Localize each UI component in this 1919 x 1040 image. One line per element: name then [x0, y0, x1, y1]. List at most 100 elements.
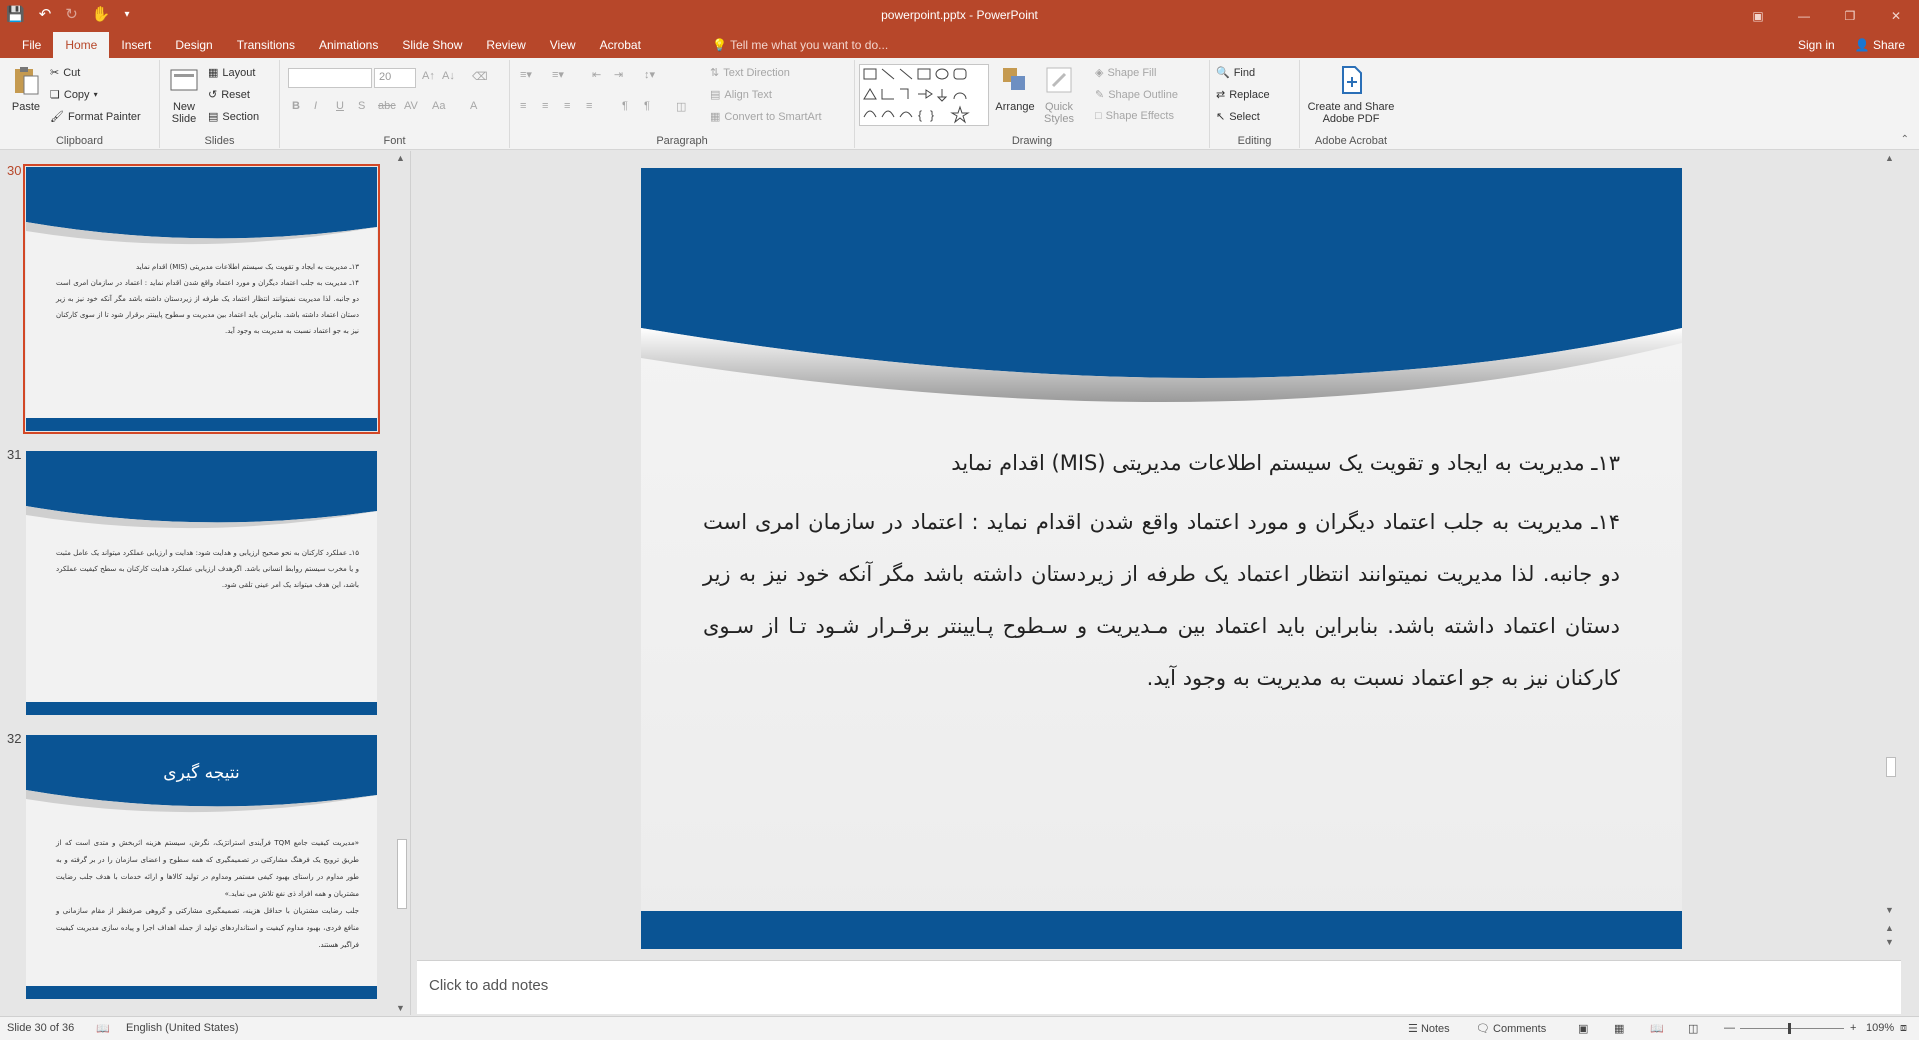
- justify-icon[interactable]: ≡: [586, 100, 592, 112]
- effects-icon: □: [1095, 110, 1102, 122]
- tab-design[interactable]: Design: [163, 32, 224, 58]
- tab-slide-show[interactable]: Slide Show: [390, 32, 474, 58]
- ribbon-display-icon[interactable]: ▣: [1735, 0, 1781, 32]
- create-share-pdf-button[interactable]: Create and Share Adobe PDF: [1304, 64, 1398, 125]
- scroll-down-icon[interactable]: ▼: [396, 1003, 405, 1013]
- scissors-icon: ✂: [50, 67, 60, 79]
- cut-button[interactable]: ✂ Cut: [50, 66, 80, 80]
- italic-button[interactable]: I: [314, 100, 317, 112]
- font-color-button[interactable]: A: [470, 100, 477, 112]
- thumbnail-slide-30[interactable]: ۱۳ـ مدیریت به ایجاد و تقویت یک سیستم اطل…: [23, 164, 380, 434]
- tell-me-box[interactable]: 💡 Tell me what you want to do...: [712, 32, 888, 58]
- notes-button[interactable]: ☰ Notes: [1408, 1022, 1450, 1035]
- minimize-icon[interactable]: —: [1781, 0, 1827, 32]
- slide-scrollbar[interactable]: ▲ ▼ ▲ ▼: [1883, 151, 1899, 959]
- scroll-up-icon[interactable]: ▲: [1885, 153, 1894, 163]
- font-size-box[interactable]: 20: [374, 68, 416, 88]
- slide-sorter-icon[interactable]: ▦: [1614, 1022, 1624, 1035]
- format-painter-button[interactable]: 🖌 Format Painter: [50, 110, 141, 124]
- shrink-font-icon[interactable]: A↓: [442, 70, 455, 82]
- current-slide[interactable]: ۱۳ـ مدیریت به ایجاد و تقویت یک سیستم اطل…: [641, 168, 1682, 949]
- bold-button[interactable]: B: [292, 100, 300, 112]
- slide-show-icon[interactable]: ◫: [1688, 1022, 1698, 1035]
- paste-button[interactable]: Paste: [6, 64, 46, 113]
- zoom-slider-handle[interactable]: [1788, 1023, 1791, 1034]
- sign-in-link[interactable]: Sign in: [1798, 32, 1835, 58]
- shape-effects-button[interactable]: □ Shape Effects: [1095, 110, 1174, 122]
- scrollbar-thumb[interactable]: [1886, 757, 1896, 777]
- slides-group: New Slide ▦ Layout ↺ Reset ▤ Section Slides: [160, 60, 280, 148]
- tab-acrobat[interactable]: Acrobat: [588, 32, 653, 58]
- thumbnail-slide-31[interactable]: ۱۵ـ عملکرد کارکنان به نحو صحیح ارزیابی و…: [26, 451, 377, 715]
- collapse-ribbon-icon[interactable]: ⌃: [1901, 134, 1909, 145]
- tab-review[interactable]: Review: [474, 32, 537, 58]
- format-painter-icon: 🖌: [50, 111, 64, 123]
- convert-smartart-button[interactable]: ▦ Convert to SmartArt: [710, 110, 822, 124]
- change-case-button[interactable]: Aa: [432, 100, 445, 112]
- reading-view-icon[interactable]: 📖: [1650, 1022, 1664, 1035]
- tab-view[interactable]: View: [538, 32, 588, 58]
- select-button[interactable]: ↖ Select: [1216, 110, 1260, 124]
- clear-formatting-icon[interactable]: ⌫: [472, 70, 488, 83]
- grow-font-icon[interactable]: A↑: [422, 70, 435, 82]
- comments-button[interactable]: 🗨 Comments: [1476, 1022, 1546, 1035]
- scroll-up-icon[interactable]: ▲: [396, 153, 405, 163]
- shapes-gallery[interactable]: {}: [859, 64, 989, 126]
- new-slide-button[interactable]: New Slide: [164, 64, 204, 125]
- strikethrough-button[interactable]: abc: [378, 100, 396, 112]
- tab-home[interactable]: Home: [53, 32, 110, 58]
- increase-indent-icon[interactable]: ⇥: [614, 68, 623, 81]
- scroll-down-icon[interactable]: ▼: [1885, 905, 1894, 915]
- tab-insert[interactable]: Insert: [109, 32, 163, 58]
- share-button[interactable]: 👤 Share: [1855, 32, 1905, 58]
- fit-to-window-icon[interactable]: ⧈: [1900, 1022, 1907, 1035]
- replace-button[interactable]: ⇄ Replace: [1216, 88, 1270, 102]
- rtl-icon[interactable]: ¶: [622, 100, 628, 112]
- zoom-slider[interactable]: [1740, 1023, 1844, 1034]
- scrollbar-thumb[interactable]: [397, 839, 407, 909]
- zoom-in-icon[interactable]: +: [1850, 1022, 1856, 1034]
- normal-view-icon[interactable]: ▣: [1578, 1022, 1588, 1035]
- shape-outline-button[interactable]: ✎ Shape Outline: [1095, 88, 1178, 102]
- line-spacing-icon[interactable]: ↕▾: [644, 68, 655, 81]
- shadow-button[interactable]: S: [358, 100, 365, 112]
- align-text-button[interactable]: ▤ Align Text: [710, 88, 772, 102]
- ltr-icon[interactable]: ¶: [644, 100, 650, 112]
- zoom-out-icon[interactable]: —: [1724, 1022, 1735, 1034]
- thumbnail-scrollbar[interactable]: ▲ ▼: [394, 151, 410, 1015]
- next-slide-icon[interactable]: ▼: [1885, 937, 1894, 947]
- notes-pane[interactable]: Click to add notes: [417, 960, 1901, 1014]
- decrease-indent-icon[interactable]: ⇤: [592, 68, 601, 81]
- section-button[interactable]: ▤ Section: [208, 110, 259, 124]
- align-center-icon[interactable]: ≡: [542, 100, 548, 112]
- previous-slide-icon[interactable]: ▲: [1885, 923, 1894, 933]
- slide-content-textbox[interactable]: ۱۳ـ مدیریت به ایجاد و تقویت یک سیستم اطل…: [703, 438, 1620, 704]
- tab-transitions[interactable]: Transitions: [225, 32, 307, 58]
- language-indicator[interactable]: English (United States): [126, 1022, 239, 1034]
- zoom-level[interactable]: 109%: [1866, 1022, 1894, 1034]
- align-right-icon[interactable]: ≡: [564, 100, 570, 112]
- spell-check-icon[interactable]: 📖: [96, 1022, 110, 1035]
- ribbon-tabs: File Home Insert Design Transitions Anim…: [10, 32, 653, 58]
- arrange-button[interactable]: Arrange: [995, 64, 1035, 113]
- restore-icon[interactable]: ❐: [1827, 0, 1873, 32]
- cursor-icon: ↖: [1216, 111, 1226, 123]
- underline-button[interactable]: U: [336, 100, 344, 112]
- numbering-icon[interactable]: ≡▾: [552, 68, 564, 81]
- quick-styles-button[interactable]: Quick Styles: [1039, 64, 1079, 125]
- shape-fill-button[interactable]: ◈ Shape Fill: [1095, 66, 1156, 80]
- layout-button[interactable]: ▦ Layout: [208, 66, 255, 80]
- tab-animations[interactable]: Animations: [307, 32, 390, 58]
- character-spacing-button[interactable]: AV: [404, 100, 418, 112]
- align-left-icon[interactable]: ≡: [520, 100, 526, 112]
- copy-button[interactable]: ❏ Copy ▾: [50, 88, 98, 102]
- text-direction-button[interactable]: ⇅ Text Direction: [710, 66, 790, 80]
- tab-file[interactable]: File: [10, 32, 53, 58]
- bullets-icon[interactable]: ≡▾: [520, 68, 532, 81]
- thumbnail-slide-32[interactable]: نتیجه گیری «مدیریت کیفیت جامع TQM فرآیند…: [26, 735, 377, 999]
- find-button[interactable]: 🔍 Find: [1216, 66, 1255, 80]
- reset-button[interactable]: ↺ Reset: [208, 88, 250, 102]
- close-icon[interactable]: ✕: [1873, 0, 1919, 32]
- columns-icon[interactable]: ◫: [676, 100, 686, 113]
- font-name-box[interactable]: [288, 68, 372, 88]
